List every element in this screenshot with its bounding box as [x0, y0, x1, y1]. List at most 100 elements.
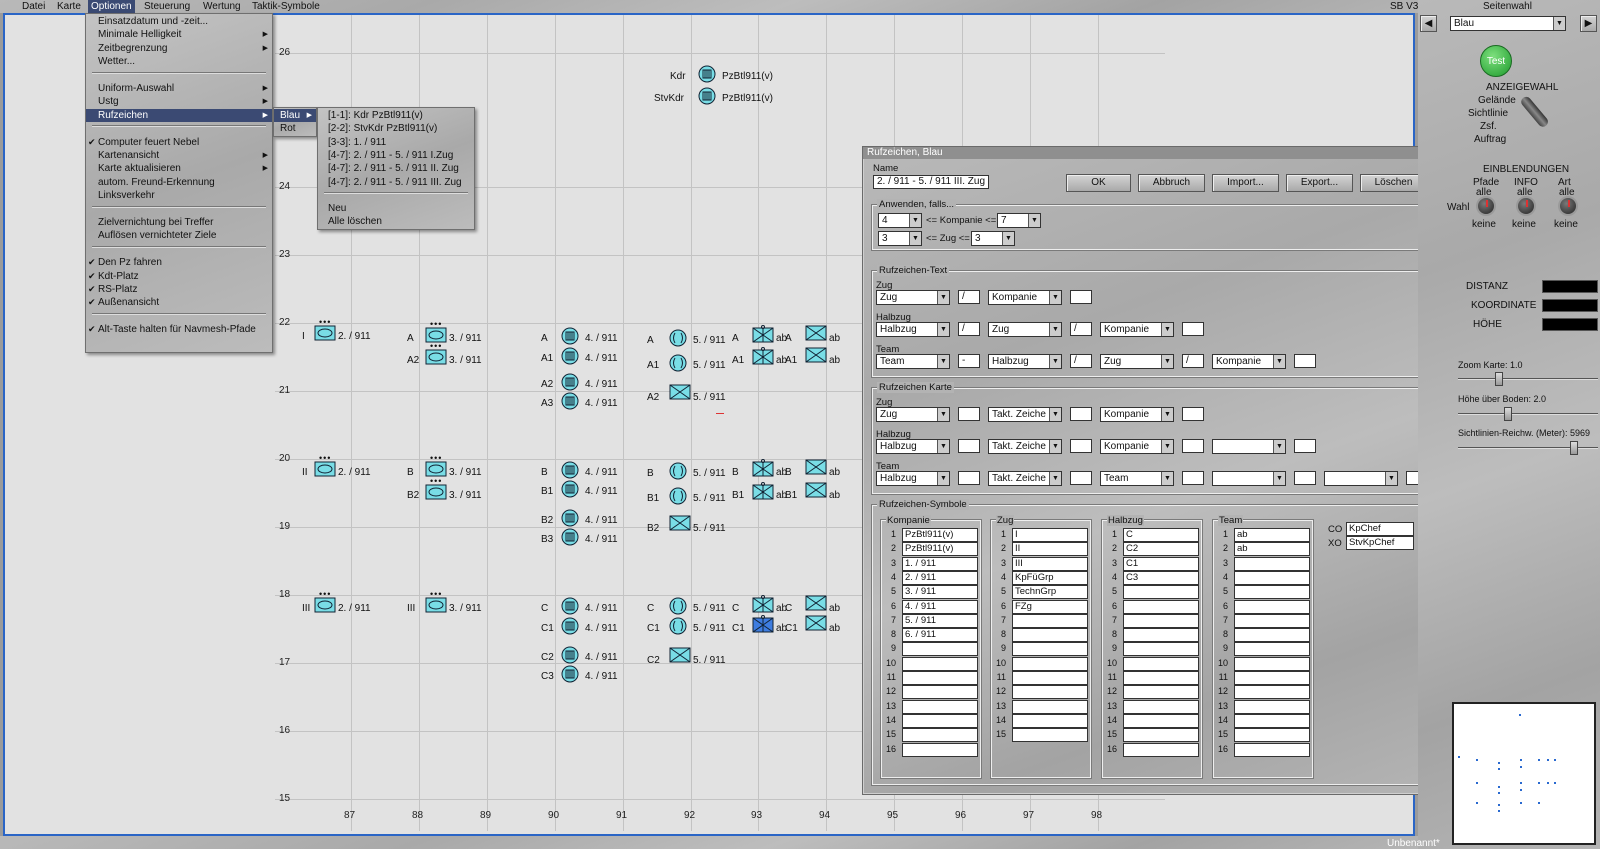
dropdown-arrow-icon[interactable]: ▼ [1273, 440, 1285, 453]
menu-optionen[interactable]: Optionen [88, 0, 135, 13]
symbol-entry-field[interactable] [1012, 699, 1088, 714]
symbol-entry-field[interactable] [1123, 728, 1199, 743]
suffix-field[interactable] [1182, 439, 1204, 453]
symbol-entry-field[interactable]: 2. / 911 [902, 570, 978, 585]
symbol-entry-field[interactable] [1123, 642, 1199, 657]
extra-select[interactable]: ▼ [1324, 471, 1398, 486]
options-item[interactable]: Auflösen vernichteter Ziele [86, 229, 272, 242]
symbol-entry-field[interactable] [1234, 671, 1310, 685]
abbruch-button[interactable]: Abbruch [1138, 174, 1205, 192]
symbol-entry-field[interactable] [902, 728, 978, 743]
suffix-field[interactable] [958, 471, 980, 485]
symbol-entry-field[interactable]: 4. / 911 [902, 599, 978, 614]
options-item[interactable]: Linksverkehr [86, 189, 272, 202]
ok-button[interactable]: OK [1066, 174, 1131, 192]
options-item[interactable]: ✔ Außenansicht [86, 296, 272, 309]
symbol-entry-field[interactable]: C1 [1123, 556, 1199, 571]
dropdown-arrow-icon[interactable]: ▼ [1385, 472, 1397, 485]
symbol-entry-field[interactable] [1234, 556, 1310, 571]
export-button[interactable]: Export... [1286, 174, 1353, 192]
extra-select[interactable]: ▼ [1212, 439, 1286, 454]
zug-part-select[interactable]: Kompanie ▼ [1100, 407, 1174, 422]
menu-taktik-symbole[interactable]: Taktik-Symbole [249, 0, 323, 13]
suffix-field[interactable] [1182, 407, 1204, 421]
minimap[interactable] [1452, 702, 1596, 845]
dropdown-arrow-icon[interactable]: ▼ [1273, 355, 1285, 368]
menu-karte[interactable]: Karte [54, 0, 84, 13]
sichtlinien-slider-thumb[interactable] [1570, 441, 1579, 455]
symbol-entry-field[interactable] [1012, 656, 1088, 671]
symbol-entry-field[interactable] [1012, 728, 1088, 743]
symbol-entry-field[interactable]: II [1012, 542, 1088, 557]
dropdown-arrow-icon[interactable]: ▼ [1161, 472, 1173, 485]
zug-part-select[interactable]: Kompanie ▼ [988, 290, 1062, 305]
dropdown-arrow-icon[interactable]: ▼ [1273, 472, 1285, 485]
kompanie-max-select[interactable]: 7 ▼ [997, 213, 1041, 228]
blau-callsign-item[interactable]: [4-7]: 2. / 911 - 5. / 911 II. Zug [318, 162, 474, 175]
suffix-field[interactable] [1070, 290, 1092, 304]
dropdown-arrow-icon[interactable]: ▼ [1049, 323, 1061, 336]
symbol-entry-field[interactable] [902, 685, 978, 700]
separator-field[interactable]: / [958, 290, 980, 304]
symbol-entry-field[interactable]: I [1012, 528, 1088, 542]
rufzeichen-side-item[interactable]: Rot [274, 122, 316, 135]
blau-callsign-item[interactable]: Neu [318, 202, 474, 215]
suffix-field[interactable] [1182, 471, 1204, 485]
zug-max-select[interactable]: 3 ▼ [971, 231, 1015, 246]
dropdown-arrow-icon[interactable]: ▼ [909, 214, 921, 227]
options-item[interactable]: autom. Freund-Erkennung [86, 176, 272, 189]
symbol-entry-field[interactable] [1012, 713, 1088, 728]
symbol-entry-field[interactable]: FZg [1012, 599, 1088, 614]
test-button[interactable]: Test [1480, 45, 1512, 77]
symbol-entry-field[interactable] [1123, 713, 1199, 728]
xo-field[interactable]: StvKpChef [1346, 536, 1414, 550]
separator-field[interactable]: - [958, 354, 980, 368]
options-item[interactable]: ✔ Computer feuert Nebel [86, 136, 272, 149]
options-item[interactable]: Rufzeichen ▶ [86, 108, 272, 122]
zug-part-select[interactable]: Takt. Zeiche ▼ [988, 407, 1062, 422]
symbol-entry-field[interactable]: 6. / 911 [902, 628, 978, 643]
symbol-entry-field[interactable] [1234, 713, 1310, 728]
symbol-entry-field[interactable] [902, 642, 978, 657]
anzeigewahl-lever-icon[interactable] [1519, 94, 1550, 129]
symbol-entry-field[interactable] [1123, 671, 1199, 685]
rufzeichen-side-item[interactable]: Blau ▶ [274, 109, 316, 122]
blau-callsign-item[interactable]: Alle löschen [318, 215, 474, 228]
symbol-entry-field[interactable] [1123, 742, 1199, 757]
team-part-select[interactable]: Takt. Zeiche ▼ [988, 471, 1062, 486]
blau-callsign-item[interactable]: [3-3]: 1. / 911 [318, 136, 474, 149]
symbol-entry-field[interactable]: PzBtl911(v) [902, 528, 978, 542]
symbol-entry-field[interactable] [1234, 628, 1310, 643]
suffix-field[interactable] [1070, 439, 1092, 453]
dropdown-arrow-icon[interactable]: ▼ [909, 232, 921, 245]
symbol-entry-field[interactable]: 1. / 911 [902, 556, 978, 571]
options-item[interactable]: ✔ Kdt-Platz [86, 270, 272, 283]
dropdown-arrow-icon[interactable]: ▼ [1049, 291, 1061, 304]
anzeige-zsf[interactable]: Zsf. [1480, 121, 1497, 132]
symbol-entry-field[interactable]: III [1012, 556, 1088, 571]
separator-field[interactable]: / [1070, 322, 1092, 336]
dropdown-arrow-icon[interactable]: ▼ [1161, 355, 1173, 368]
symbol-entry-field[interactable] [902, 656, 978, 671]
suffix-field[interactable] [958, 407, 980, 421]
options-item[interactable]: Wetter... [86, 55, 272, 68]
blau-callsign-item[interactable]: [4-7]: 2. / 911 - 5. / 911 I.Zug [318, 149, 474, 162]
menu-wertung[interactable]: Wertung [200, 0, 244, 13]
symbol-entry-field[interactable] [1234, 642, 1310, 657]
symbol-entry-field[interactable] [1012, 685, 1088, 700]
halbzug-part-select[interactable]: Takt. Zeiche ▼ [988, 439, 1062, 454]
symbol-entry-field[interactable]: C [1123, 528, 1199, 542]
symbol-entry-field[interactable] [1123, 599, 1199, 614]
halbzug-part-select[interactable]: Halbzug ▼ [876, 322, 950, 337]
symbol-entry-field[interactable] [1012, 613, 1088, 628]
side-select[interactable]: Blau ▼ [1450, 16, 1566, 31]
symbol-entry-field[interactable]: C3 [1123, 570, 1199, 585]
anzeige-sichtlinie[interactable]: Sichtlinie [1468, 108, 1508, 119]
symbol-entry-field[interactable] [1234, 728, 1310, 743]
import-button[interactable]: Import... [1212, 174, 1279, 192]
symbol-entry-field[interactable] [1123, 585, 1199, 600]
name-field[interactable]: 2. / 911 - 5. / 911 III. Zug [873, 175, 989, 189]
options-item[interactable]: Minimale Helligkeit ▶ [86, 28, 272, 41]
symbol-entry-field[interactable] [1234, 613, 1310, 628]
dropdown-arrow-icon[interactable]: ▼ [1049, 472, 1061, 485]
